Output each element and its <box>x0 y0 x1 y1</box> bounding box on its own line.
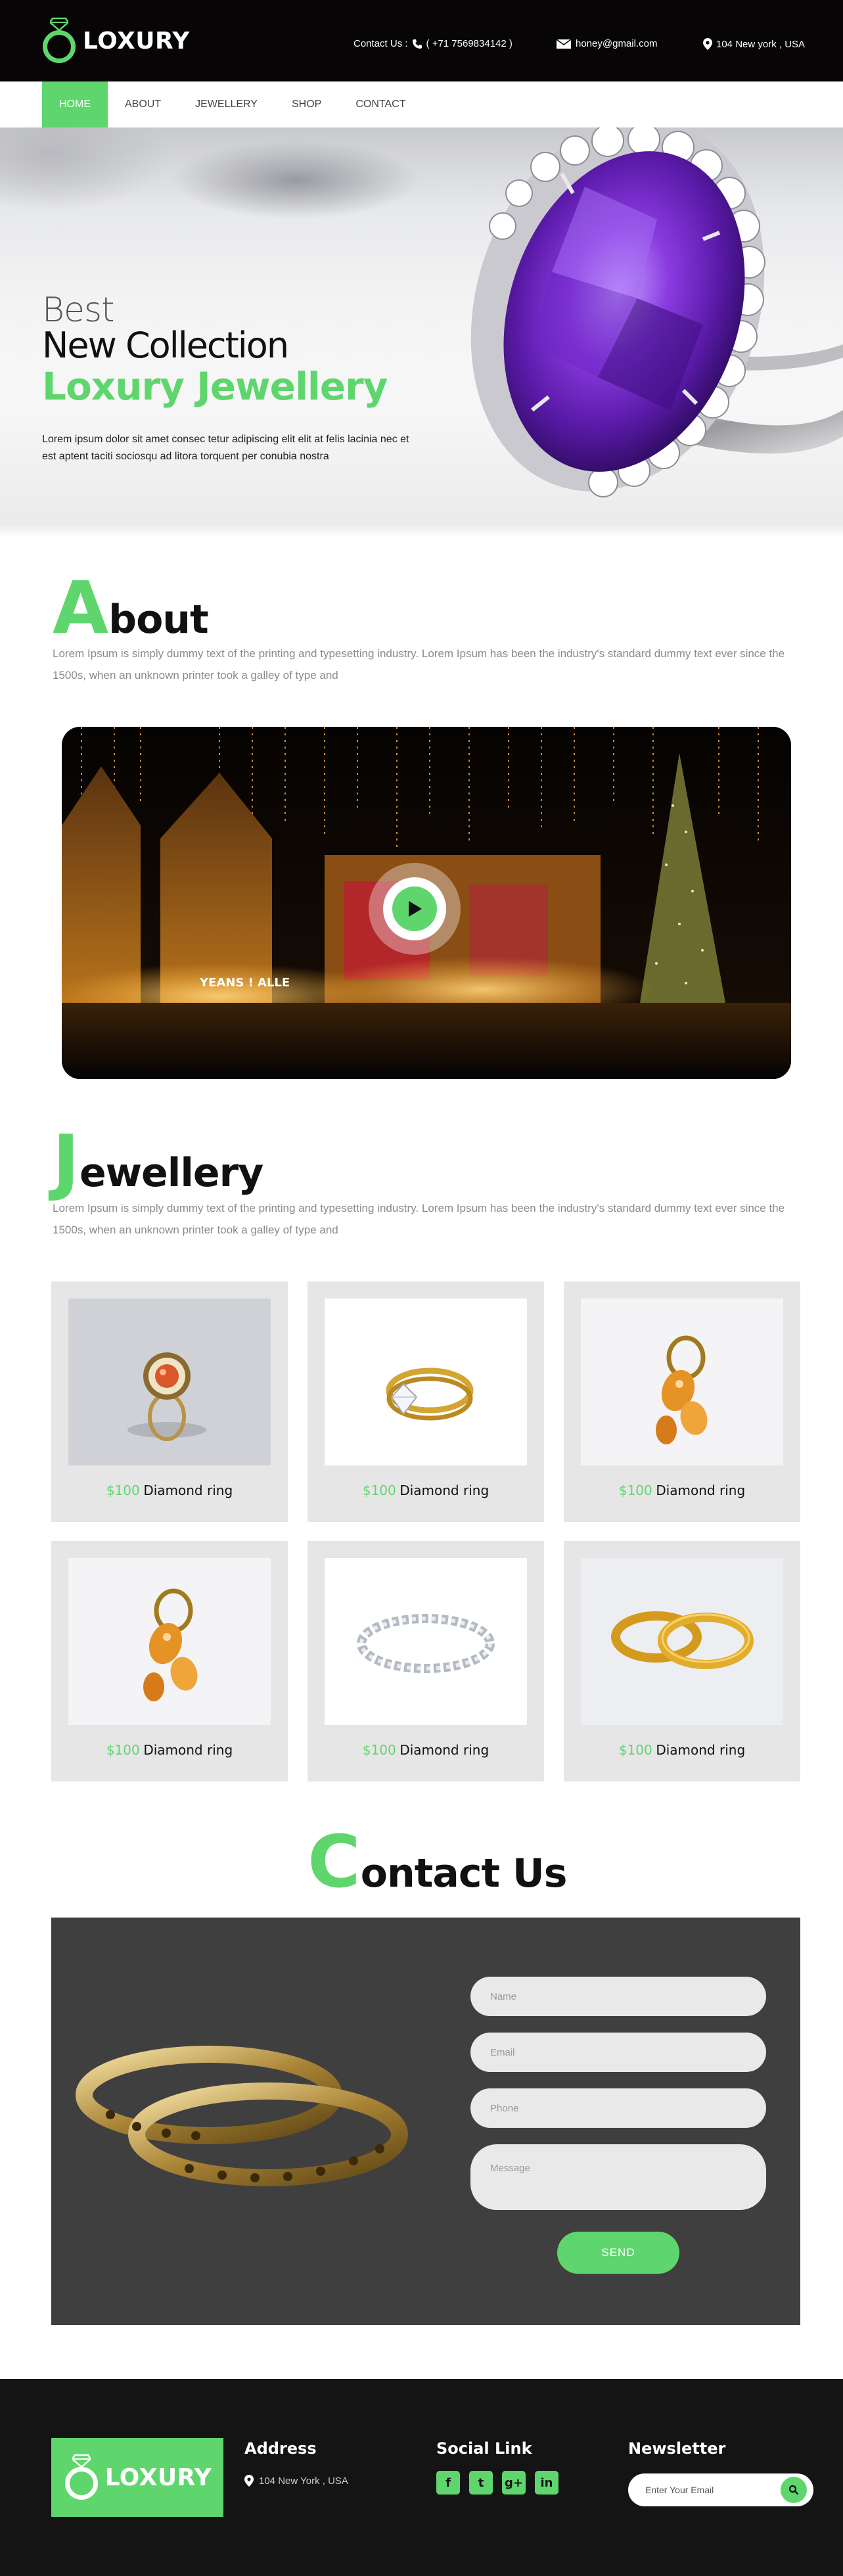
top-bar: LOXURY Contact Us : ( +71 7569834142 ) h… <box>0 0 843 81</box>
location-pin-icon <box>703 38 712 50</box>
gold-wedding-bands-image <box>581 1558 783 1725</box>
main-nav: HOME ABOUT JEWELLERY SHOP CONTACT <box>0 81 843 127</box>
footer-address-heading: Address <box>244 2439 317 2458</box>
diamond-band-image <box>325 1558 527 1725</box>
about-heading: A bout <box>53 566 209 650</box>
nav-jewellery[interactable]: JEWELLERY <box>178 81 275 127</box>
footer-logo[interactable]: LOXURY <box>51 2438 223 2517</box>
email-field[interactable]: Email <box>470 2033 766 2072</box>
jewellery-text: Lorem Ipsum is simply dummy text of the … <box>53 1202 785 1236</box>
amethyst-ring-image <box>470 127 843 497</box>
phone-field[interactable]: Phone <box>470 2088 766 2128</box>
send-button[interactable]: SEND <box>557 2232 679 2274</box>
jewellery-heading-initial: J <box>53 1119 80 1203</box>
product-name: Diamond ring <box>143 1483 233 1498</box>
nav-shop[interactable]: SHOP <box>275 81 338 127</box>
gold-skull-rings-image <box>76 2046 408 2186</box>
product-card[interactable]: $100 Diamond ring <box>308 1541 544 1782</box>
gold-diamond-ring-image <box>325 1299 527 1465</box>
product-price: $100 <box>106 1483 140 1498</box>
contact-heading-initial: C <box>308 1820 361 1904</box>
about-heading-initial: A <box>53 566 109 650</box>
product-name: Diamond ring <box>656 1483 746 1498</box>
hero-title-best: Best <box>42 290 115 330</box>
footer: LOXURY Address 104 New York , USA Social… <box>0 2379 843 2576</box>
product-card[interactable]: $100 Diamond ring <box>308 1281 544 1522</box>
product-card[interactable]: $100 Diamond ring <box>564 1541 800 1782</box>
hero-description: Lorem ipsum dolor sit amet consec tetur … <box>42 434 409 462</box>
nav-home[interactable]: HOME <box>42 81 108 127</box>
footer-social-heading: Social Link <box>436 2439 532 2458</box>
hero-title-collection: New Collection <box>42 325 289 366</box>
product-price: $100 <box>618 1742 652 1758</box>
nav-contact[interactable]: CONTACT <box>338 81 422 127</box>
contact-form-panel: Name Email Phone Message SEND <box>51 1918 800 2325</box>
product-price: $100 <box>618 1483 652 1498</box>
product-name: Diamond ring <box>656 1742 746 1758</box>
hero-banner: Best New Collection Loxury Jewellery Lor… <box>0 127 843 524</box>
social-links: f t g+ in <box>436 2471 558 2495</box>
about-text: Lorem Ipsum is simply dummy text of the … <box>53 647 785 681</box>
message-field[interactable]: Message <box>470 2144 766 2210</box>
contact-heading: C ontact Us <box>308 1820 568 1904</box>
phone-icon <box>412 39 422 49</box>
amber-cluster-ring-image <box>68 1558 271 1725</box>
amber-cluster-ring-image <box>581 1299 783 1465</box>
contact-email[interactable]: honey@gmail.com <box>556 38 657 49</box>
ring-logo-icon <box>63 2451 101 2504</box>
contact-label: Contact Us : <box>353 38 408 49</box>
play-icon <box>409 901 422 917</box>
logo-text: LOXURY <box>83 27 190 55</box>
site-logo[interactable]: LOXURY <box>41 14 190 67</box>
product-name: Diamond ring <box>143 1742 233 1758</box>
product-name: Diamond ring <box>399 1483 490 1498</box>
product-price: $100 <box>362 1483 396 1498</box>
video-sign-text: YEANS ! ALLE <box>199 976 290 990</box>
phone-number: ( +71 7569834142 ) <box>426 38 513 49</box>
facebook-icon[interactable]: f <box>436 2471 460 2495</box>
contact-address: 104 New york , USA <box>703 38 805 50</box>
footer-logo-text: LOXURY <box>104 2464 212 2491</box>
product-name: Diamond ring <box>399 1742 490 1758</box>
newsletter-input[interactable]: Enter Your Email <box>628 2473 813 2506</box>
search-icon <box>788 2485 799 2495</box>
orange-gem-ring-image <box>68 1299 271 1465</box>
ring-logo-icon <box>41 14 79 67</box>
linkedin-icon[interactable]: in <box>535 2471 558 2495</box>
play-button[interactable] <box>392 886 437 931</box>
location-pin-icon <box>244 2475 254 2487</box>
email-address: honey@gmail.com <box>576 38 658 49</box>
product-card[interactable]: $100 Diamond ring <box>564 1281 800 1522</box>
contact-phone[interactable]: Contact Us : ( +71 7569834142 ) <box>353 38 513 49</box>
newsletter-placeholder: Enter Your Email <box>645 2485 714 2495</box>
name-field[interactable]: Name <box>470 1977 766 2016</box>
footer-address-text: 104 New York , USA <box>259 2475 348 2487</box>
product-card[interactable]: $100 Diamond ring <box>51 1541 288 1782</box>
google-plus-icon[interactable]: g+ <box>502 2471 526 2495</box>
about-heading-rest: bout <box>108 597 209 643</box>
product-price: $100 <box>106 1742 140 1758</box>
product-card[interactable]: $100 Diamond ring <box>51 1281 288 1522</box>
nav-about[interactable]: ABOUT <box>108 81 178 127</box>
jewellery-heading-rest: ewellery <box>79 1150 263 1196</box>
product-price: $100 <box>362 1742 396 1758</box>
jewellery-heading: J ewellery <box>53 1125 263 1197</box>
twitter-icon[interactable]: t <box>469 2471 493 2495</box>
mail-icon <box>556 38 572 49</box>
newsletter-submit-button[interactable] <box>781 2477 807 2503</box>
footer-newsletter-heading: Newsletter <box>628 2439 726 2458</box>
address-text: 104 New york , USA <box>716 38 806 50</box>
hero-title-brand: Loxury Jewellery <box>42 364 388 409</box>
contact-heading-rest: ontact Us <box>360 1851 568 1897</box>
footer-address: 104 New York , USA <box>244 2475 348 2487</box>
